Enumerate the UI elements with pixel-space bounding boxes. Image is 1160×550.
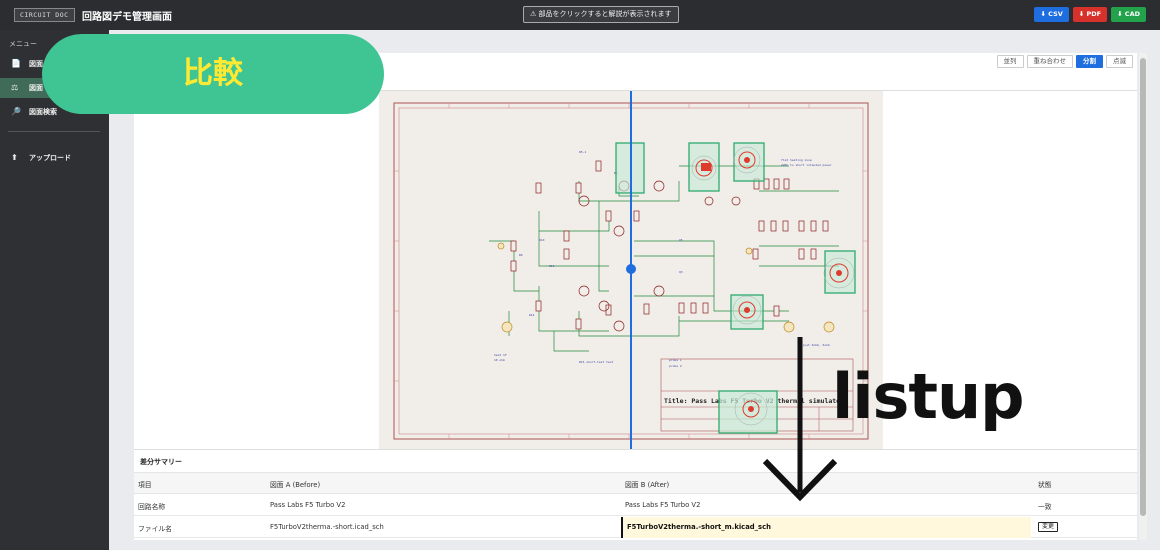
export-csv-button[interactable]: ⬇ CSV xyxy=(1034,7,1069,22)
diff-summary: 差分サマリー 項目 図面 A (Before) 図面 B (After) 状態 … xyxy=(134,449,1137,540)
row-item: 回路名称 xyxy=(138,503,166,511)
app-logo: CIRCUIT DOC xyxy=(14,8,75,22)
sidebar-item-label: アップロード xyxy=(29,154,71,162)
scrollbar-thumb[interactable] xyxy=(1140,58,1146,516)
menu-label: メニュー xyxy=(9,40,37,48)
col-header-item: 項目 xyxy=(138,481,152,489)
document-icon: 📄 xyxy=(11,59,21,68)
export-pdf-button[interactable]: ⬇ PDF xyxy=(1072,7,1108,22)
listup-annotation-text: listup xyxy=(832,360,1025,433)
compare-panel: 並列 重ね合わせ 分割 点滅 R5-1 R6 R10 R11 Q5 Q3 fla… xyxy=(134,53,1137,540)
sidebar-divider xyxy=(8,131,100,132)
app-title: 回路図デモ管理画面 xyxy=(82,12,172,23)
sidebar-item-upload[interactable]: ⬆ アップロード xyxy=(0,148,109,168)
scale-icon: ⚖ xyxy=(11,83,19,92)
col-header-after: 図面 B (After) xyxy=(625,481,670,489)
marker-5 xyxy=(744,307,750,313)
row-before: F5TurboV2therma.-short.icad_sch xyxy=(270,523,384,531)
upload-icon: ⬆ xyxy=(11,153,18,162)
view-mode-toggle: 並列 重ね合わせ 分割 点滅 xyxy=(996,55,1133,68)
svg-text:probe 2: probe 2 xyxy=(669,364,682,368)
summary-table-header: 項目 図面 A (Before) 図面 B (After) 状態 xyxy=(134,472,1137,494)
sidebar-item-label: 図面 xyxy=(29,60,43,68)
col-header-status: 状態 xyxy=(1038,481,1052,489)
row-item: ファイル名 xyxy=(138,525,172,533)
col-header-before: 図面 A (Before) xyxy=(270,481,321,489)
row-status: 一致 xyxy=(1038,503,1052,511)
compare-annotation: 比較 xyxy=(42,34,384,114)
svg-text:heat 1F: heat 1F xyxy=(494,353,507,357)
highlight-box-6 xyxy=(718,390,778,434)
split-handle[interactable] xyxy=(626,264,636,274)
mode-side-by-side[interactable]: 並列 xyxy=(996,55,1024,68)
svg-text:R10: R10 xyxy=(539,238,545,242)
marker-6 xyxy=(748,406,754,412)
svg-text:R14: R14 xyxy=(529,313,535,317)
row-after: F5TurboV2therma.-short_m.kicad_sch xyxy=(627,523,771,531)
mode-overlay[interactable]: 重ね合わせ xyxy=(1026,55,1073,68)
row-before: Pass Labs F5 Turbo V2 xyxy=(270,501,346,509)
summary-title: 差分サマリー xyxy=(140,458,182,466)
changed-cell: F5TurboV2therma.-short_m.kicad_sch xyxy=(621,517,1031,538)
svg-text:flat heating zone: flat heating zone xyxy=(781,158,812,162)
hint-banner: ⚠ 部品をクリックすると解説が表示されます xyxy=(523,6,679,23)
svg-text:R15 short-test test: R15 short-test test xyxy=(579,360,614,364)
svg-text:probe 1: probe 1 xyxy=(669,358,682,362)
svg-text:2VDC to short intended power: 2VDC to short intended power xyxy=(781,163,832,167)
svg-text:R5-1: R5-1 xyxy=(579,150,586,154)
row-after: Pass Labs F5 Turbo V2 xyxy=(625,501,701,509)
marker-1 xyxy=(701,163,711,171)
svg-text:Q3: Q3 xyxy=(679,270,683,274)
table-row: 回路名称 Pass Labs F5 Turbo V2 Pass Labs F5 … xyxy=(134,495,1137,516)
svg-text:Q5: Q5 xyxy=(679,238,683,242)
table-row: ファイル名 F5TurboV2therma.-short.icad_sch F5… xyxy=(134,517,1137,538)
mode-blink[interactable]: 点滅 xyxy=(1106,55,1133,68)
schematic-drawing: R5-1 R8 R6 R10 R11 Q5 Q3 flat heating zo… xyxy=(379,91,883,449)
compare-annotation-text: 比較 xyxy=(183,56,243,91)
top-bar: CIRCUIT DOC 回路図デモ管理画面 ⚠ 部品をクリックすると解説が表示さ… xyxy=(0,0,1160,30)
schematic-viewer[interactable]: R5-1 R8 R6 R10 R11 Q5 Q3 flat heating zo… xyxy=(379,91,883,449)
sidebar-item-label: 図面 xyxy=(29,84,43,92)
export-cad-button[interactable]: ⬇ CAD xyxy=(1111,7,1146,22)
marker-2 xyxy=(744,157,750,163)
mode-split[interactable]: 分割 xyxy=(1076,55,1103,68)
magnifier-icon: 🔎 xyxy=(11,107,21,116)
svg-text:adjust 6ohm, 5ohm: adjust 6ohm, 5ohm xyxy=(799,343,830,347)
export-buttons: ⬇ CSV ⬇ PDF ⬇ CAD xyxy=(1034,7,1146,22)
svg-text:10 ohm: 10 ohm xyxy=(494,358,505,362)
svg-text:R6: R6 xyxy=(519,253,523,257)
svg-text:R11: R11 xyxy=(549,264,555,268)
main-scrollbar[interactable] xyxy=(1139,53,1147,540)
marker-4 xyxy=(836,270,842,276)
status-badge: 変更 xyxy=(1038,522,1059,532)
